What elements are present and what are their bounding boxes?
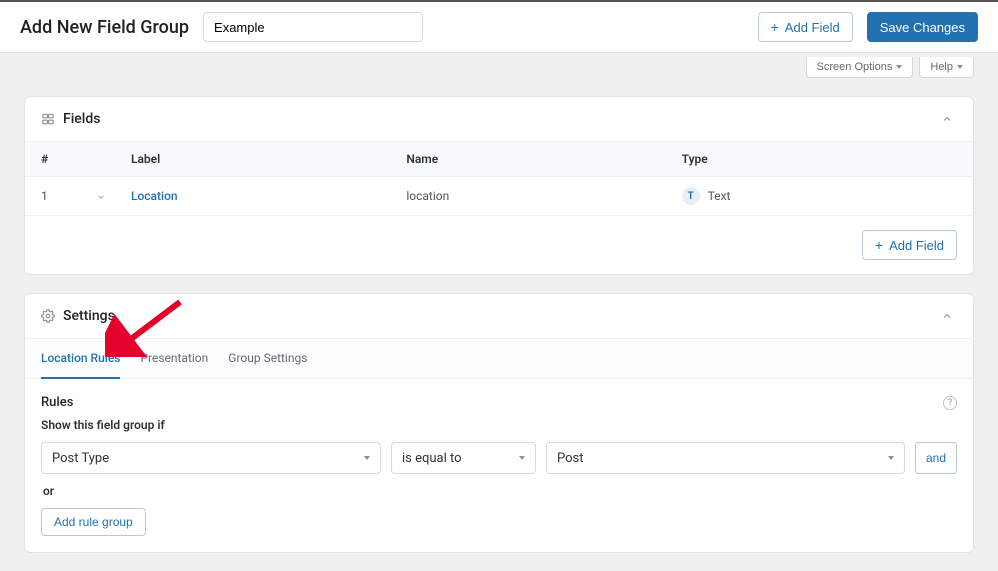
field-name-text: location [406, 189, 681, 203]
settings-panel: Settings Location Rules Presentation Gro… [24, 293, 974, 553]
chevron-down-icon [888, 456, 894, 460]
collapse-fields-toggle[interactable] [937, 109, 957, 129]
caret-down-icon [957, 65, 963, 69]
settings-tabs: Location Rules Presentation Group Settin… [25, 338, 973, 379]
caret-down-icon [896, 65, 902, 69]
page-title: Add New Field Group [20, 17, 189, 38]
rule-operator-select[interactable]: is equal to [391, 442, 536, 474]
chevron-down-icon[interactable] [96, 191, 106, 201]
chevron-down-icon [364, 456, 370, 460]
field-type-cell: T Text [682, 187, 957, 205]
col-name: Name [406, 152, 681, 166]
fields-icon [41, 112, 55, 126]
help-label: Help [930, 61, 953, 73]
help-toggle[interactable]: Help [919, 57, 974, 78]
gear-icon [41, 309, 55, 323]
rule-operator-value: is equal to [402, 451, 462, 466]
chevron-down-icon [519, 456, 525, 460]
and-button[interactable]: and [915, 442, 957, 474]
rules-heading: Rules [41, 395, 73, 410]
fields-panel-head: Fields [25, 97, 973, 141]
field-type-name: Text [708, 189, 731, 203]
screen-options-row: Screen Options Help [0, 53, 998, 78]
row-number: 1 [41, 189, 96, 203]
screen-options-toggle[interactable]: Screen Options [806, 57, 914, 78]
and-label: and [926, 451, 946, 465]
add-field-button[interactable]: + Add Field [758, 12, 853, 42]
add-rule-group-button[interactable]: Add rule group [41, 508, 146, 536]
settings-panel-title: Settings [63, 308, 115, 324]
settings-body: Rules ? Show this field group if Post Ty… [25, 379, 973, 552]
fields-panel-footer: + Add Field [25, 216, 973, 274]
save-changes-button[interactable]: Save Changes [867, 12, 978, 42]
tab-location-rules[interactable]: Location Rules [41, 339, 120, 379]
help-icon[interactable]: ? [943, 396, 957, 410]
table-row[interactable]: 1 Location location T Text [25, 177, 973, 216]
tab-presentation[interactable]: Presentation [140, 339, 208, 378]
add-field-footer-label: Add Field [889, 238, 944, 253]
collapse-settings-toggle[interactable] [937, 306, 957, 326]
col-type: Type [682, 152, 957, 166]
fields-table-header: # Label Name Type [25, 141, 973, 177]
add-field-button-label: Add Field [785, 20, 840, 35]
rule-value: Post [557, 451, 584, 466]
col-label: Label [131, 152, 406, 166]
save-changes-label: Save Changes [880, 20, 965, 35]
col-num: # [41, 152, 96, 166]
field-label-link[interactable]: Location [131, 189, 406, 203]
rule-row: Post Type is equal to Post and [41, 442, 957, 474]
rule-value-select[interactable]: Post [546, 442, 905, 474]
rules-subtitle: Show this field group if [41, 418, 957, 432]
plus-icon: + [771, 20, 779, 34]
fields-panel: Fields # Label Name Type 1 Location loca… [24, 96, 974, 275]
settings-panel-head: Settings [25, 294, 973, 338]
screen-options-label: Screen Options [817, 61, 893, 73]
rule-param-value: Post Type [52, 451, 109, 466]
plus-icon: + [875, 238, 883, 252]
rule-param-select[interactable]: Post Type [41, 442, 381, 474]
fields-panel-title: Fields [63, 111, 100, 127]
page-header: Add New Field Group + Add Field Save Cha… [0, 0, 998, 53]
add-field-button-footer[interactable]: + Add Field [862, 230, 957, 260]
tab-group-settings[interactable]: Group Settings [228, 339, 307, 378]
or-label: or [43, 484, 955, 498]
type-badge-icon: T [682, 187, 700, 205]
field-group-title-input[interactable] [203, 12, 423, 42]
add-rule-group-label: Add rule group [54, 515, 133, 529]
